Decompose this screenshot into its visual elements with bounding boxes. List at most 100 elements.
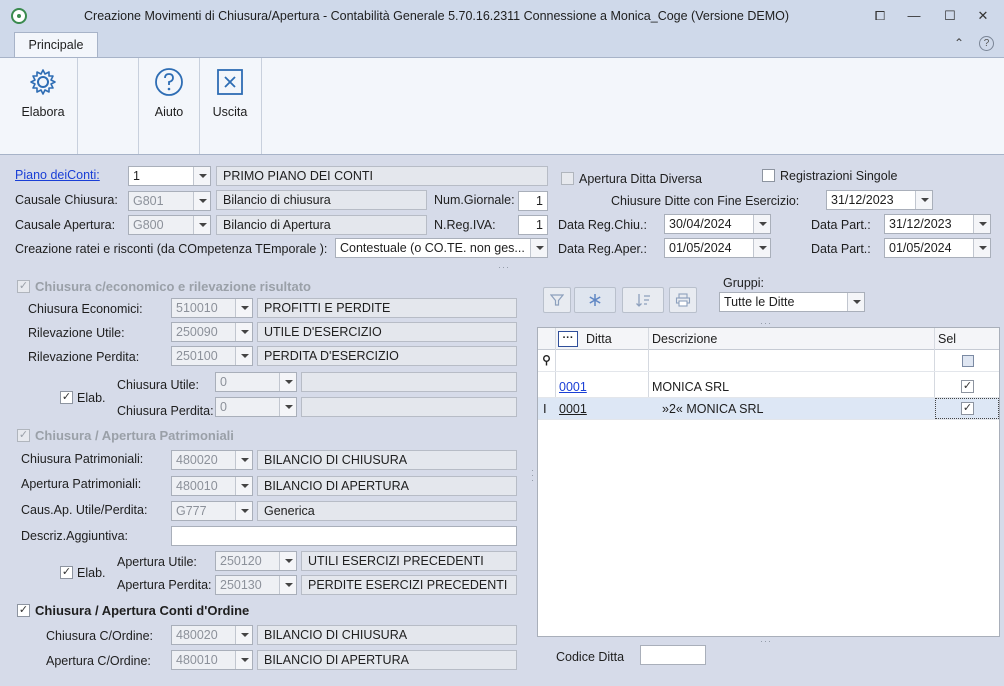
chiusura-ordine-select[interactable]: 480020 bbox=[171, 625, 253, 645]
aiuto-button[interactable]: Aiuto bbox=[140, 58, 198, 154]
chiusure-fine-date[interactable]: 31/12/2023 bbox=[826, 190, 933, 210]
chevron-down-icon[interactable] bbox=[193, 216, 210, 234]
chevron-down-icon[interactable] bbox=[530, 239, 547, 257]
chevron-down-icon[interactable] bbox=[193, 192, 210, 210]
tab-principale[interactable]: Principale bbox=[14, 32, 98, 57]
splitter-grip[interactable]: ··· bbox=[760, 636, 772, 646]
chevron-down-icon[interactable] bbox=[915, 191, 932, 209]
chevron-down-icon[interactable] bbox=[973, 239, 990, 257]
table-row[interactable]: I 0001 »2« MONICA SRL ✓ bbox=[538, 398, 999, 420]
splitter-grip[interactable]: ··· bbox=[498, 262, 510, 272]
apertura-ordine-select[interactable]: 480010 bbox=[171, 650, 253, 670]
sort-button[interactable] bbox=[622, 287, 664, 313]
chiusura-patrimoniali-select[interactable]: 480020 bbox=[171, 450, 253, 470]
group-expand-button[interactable] bbox=[574, 287, 616, 313]
chiusura-perdita-select[interactable]: 0 bbox=[215, 397, 297, 417]
elabora-label: Elabora bbox=[21, 105, 65, 119]
piano-conti-link[interactable]: Piano deiConti: bbox=[15, 168, 100, 182]
chevron-down-icon[interactable] bbox=[753, 215, 770, 233]
chevron-down-icon[interactable] bbox=[235, 299, 252, 317]
chevron-down-icon[interactable] bbox=[279, 398, 296, 416]
num-giornale-input[interactable]: 1 bbox=[518, 191, 548, 211]
data-reg-chiu-label: Data Reg.Chiu.: bbox=[558, 218, 647, 232]
chevron-down-icon[interactable] bbox=[235, 502, 252, 520]
patrimoniali-elab-checkbox[interactable]: ✓ bbox=[60, 566, 73, 579]
ribbon-separator bbox=[138, 58, 139, 154]
economico-checkbox[interactable]: ✓ bbox=[17, 280, 30, 293]
column-chooser-button[interactable]: ··· bbox=[558, 331, 578, 347]
close-button[interactable]: ✕ bbox=[972, 6, 994, 26]
help-icon[interactable]: ? bbox=[979, 36, 994, 51]
chevron-down-icon[interactable] bbox=[847, 293, 864, 311]
data-reg-aper-date[interactable]: 01/05/2024 bbox=[664, 238, 771, 258]
select-all-checkbox[interactable] bbox=[962, 355, 974, 367]
ratei-select[interactable]: Contestuale (o CO.TE. non ges... bbox=[335, 238, 548, 258]
piano-conti-select[interactable]: 1 bbox=[128, 166, 211, 186]
chevron-down-icon[interactable] bbox=[235, 477, 252, 495]
data-part2-date[interactable]: 01/05/2024 bbox=[884, 238, 991, 258]
row-sel-checkbox[interactable]: ✓ bbox=[961, 402, 974, 415]
apertura-utile-select[interactable]: 250120 bbox=[215, 551, 297, 571]
row-descrizione: »2« MONICA SRL bbox=[662, 402, 764, 416]
economico-elab-checkbox[interactable]: ✓ bbox=[60, 391, 73, 404]
chevron-down-icon[interactable] bbox=[235, 651, 252, 669]
caus-utile-perdita-label: Caus.Ap. Utile/Perdita: bbox=[21, 503, 148, 517]
chiusura-utile-select[interactable]: 0 bbox=[215, 372, 297, 392]
header-ditta[interactable]: Ditta bbox=[586, 332, 612, 346]
rilevazione-utile-desc: UTILE D'ESERCIZIO bbox=[257, 322, 517, 342]
apertura-utile-label: Apertura Utile: bbox=[117, 555, 197, 569]
chevron-down-icon[interactable] bbox=[235, 323, 252, 341]
chiusura-economici-select[interactable]: 510010 bbox=[171, 298, 253, 318]
codice-ditta-input[interactable] bbox=[640, 645, 706, 665]
table-row[interactable]: 0001 MONICA SRL ✓ bbox=[538, 376, 999, 398]
causale-apertura-select[interactable]: G800 bbox=[128, 215, 211, 235]
restore-icon[interactable]: ⧠ bbox=[869, 6, 891, 26]
rilevazione-utile-select[interactable]: 250090 bbox=[171, 322, 253, 342]
nreg-iva-input[interactable]: 1 bbox=[518, 215, 548, 235]
patrimoniali-checkbox[interactable]: ✓ bbox=[17, 429, 30, 442]
header-descrizione[interactable]: Descrizione bbox=[652, 332, 717, 346]
data-reg-chiu-date[interactable]: 30/04/2024 bbox=[664, 214, 771, 234]
print-button[interactable] bbox=[669, 287, 697, 313]
registrazioni-singole-checkbox[interactable] bbox=[762, 169, 775, 182]
row-ditta[interactable]: 0001 bbox=[559, 402, 587, 416]
uscita-button[interactable]: Uscita bbox=[200, 58, 260, 154]
apertura-diversa-checkbox[interactable] bbox=[561, 172, 574, 185]
window-title: Creazione Movimenti di Chiusura/Apertura… bbox=[84, 9, 790, 23]
chevron-down-icon[interactable] bbox=[973, 215, 990, 233]
chevron-down-icon[interactable] bbox=[235, 626, 252, 644]
descriz-aggiuntiva-input[interactable] bbox=[171, 526, 517, 546]
causale-chiusura-label: Causale Chiusura: bbox=[15, 193, 118, 207]
apertura-utile-desc: UTILI ESERCIZI PRECEDENTI bbox=[301, 551, 517, 571]
filter-button[interactable] bbox=[543, 287, 571, 313]
chevron-down-icon[interactable] bbox=[279, 373, 296, 391]
apertura-perdita-select[interactable]: 250130 bbox=[215, 575, 297, 595]
row-sel-checkbox[interactable]: ✓ bbox=[961, 380, 974, 393]
help-circle-icon bbox=[155, 68, 183, 96]
row-ditta[interactable]: 0001 bbox=[559, 380, 587, 394]
collapse-ribbon-icon[interactable]: ⌃ bbox=[952, 36, 966, 50]
maximize-button[interactable]: ☐ bbox=[939, 6, 961, 26]
elabora-button[interactable]: Elabora bbox=[10, 58, 76, 154]
chevron-down-icon[interactable] bbox=[279, 576, 296, 594]
filter-row bbox=[538, 350, 999, 372]
chevron-down-icon[interactable] bbox=[193, 167, 210, 185]
registrazioni-singole-label: Registrazioni Singole bbox=[780, 169, 898, 183]
num-giornale-label: Num.Giornale: bbox=[434, 193, 515, 207]
causale-apertura-desc: Bilancio di Apertura bbox=[216, 215, 427, 235]
chevron-down-icon[interactable] bbox=[235, 451, 252, 469]
caus-utile-perdita-select[interactable]: G777 bbox=[171, 501, 253, 521]
chevron-down-icon[interactable] bbox=[753, 239, 770, 257]
vertical-splitter-grip[interactable]: · · · bbox=[531, 466, 535, 485]
causale-chiusura-select[interactable]: G801 bbox=[128, 191, 211, 211]
chevron-down-icon[interactable] bbox=[235, 347, 252, 365]
minimize-button[interactable]: — bbox=[903, 6, 925, 26]
chiusura-ordine-desc: BILANCIO DI CHIUSURA bbox=[257, 625, 517, 645]
data-part1-date[interactable]: 31/12/2023 bbox=[884, 214, 991, 234]
apertura-patrimoniali-select[interactable]: 480010 bbox=[171, 476, 253, 496]
rilevazione-perdita-select[interactable]: 250100 bbox=[171, 346, 253, 366]
header-sel[interactable]: Sel bbox=[938, 332, 956, 346]
chevron-down-icon[interactable] bbox=[279, 552, 296, 570]
gruppi-select[interactable]: Tutte le Ditte bbox=[719, 292, 865, 312]
ordine-checkbox[interactable]: ✓ bbox=[17, 604, 30, 617]
